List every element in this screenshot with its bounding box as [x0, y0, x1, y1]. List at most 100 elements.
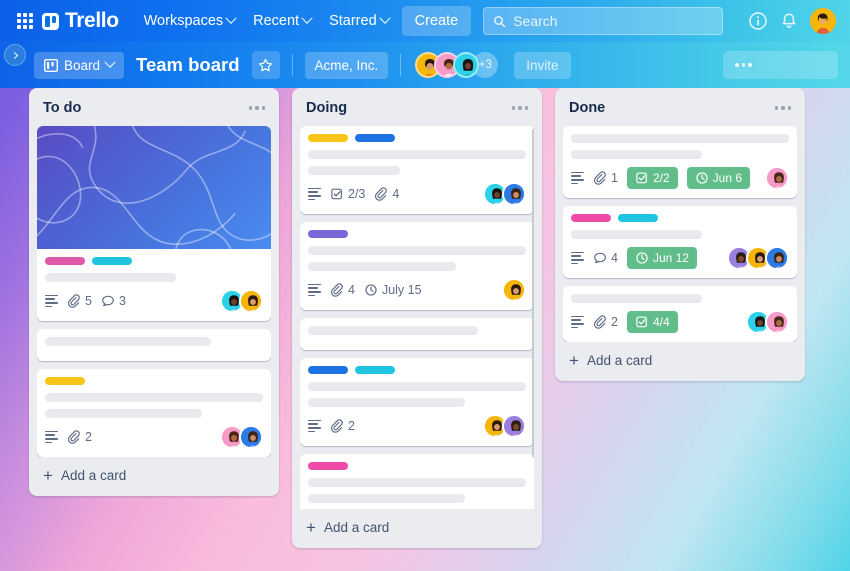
trello-board-app: Trello Workspaces Recent Starred Create …	[0, 0, 850, 571]
search-icon	[494, 15, 506, 27]
create-button[interactable]: Create	[401, 6, 472, 36]
board-card[interactable]: 2	[37, 369, 271, 457]
card-cover-image	[37, 126, 271, 249]
invite-button[interactable]: Invite	[514, 51, 571, 79]
board-list-doing: Doing2/344July 15244+Add a card	[292, 88, 542, 548]
card-badge-clock: July 15	[364, 283, 422, 297]
nav-label-recent: Recent	[253, 13, 300, 29]
chevron-right-icon	[10, 51, 18, 59]
card-footer: 1 2/2 Jun 6	[571, 166, 789, 190]
board-card[interactable]: 4 Jun 12	[563, 206, 797, 278]
description-icon	[308, 187, 321, 201]
list-header: Doing	[300, 96, 534, 126]
star-board-button[interactable]	[251, 51, 280, 79]
card-label[interactable]	[45, 377, 85, 385]
nav-label-workspaces: Workspaces	[143, 13, 224, 29]
card-badge-checklist: 4/4	[626, 311, 678, 333]
add-card-button[interactable]: + Add a card	[300, 509, 534, 544]
card-badge-description	[571, 251, 584, 265]
card-label[interactable]	[355, 134, 395, 142]
workspace-badge[interactable]: Acme, Inc.	[304, 51, 389, 79]
attachment-icon	[330, 419, 343, 433]
card-members	[483, 182, 526, 206]
card-title-placeholder	[308, 494, 465, 503]
list-menu-button[interactable]	[774, 106, 791, 110]
card-label[interactable]	[355, 366, 395, 374]
card-badge-checklist: 2/2	[626, 167, 678, 189]
chevron-down-icon	[301, 12, 313, 24]
member-avatar[interactable]	[502, 278, 526, 302]
search-input[interactable]: Search	[483, 7, 724, 35]
bell-icon[interactable]	[779, 11, 799, 31]
board-header-bar: Board Team board Acme, Inc. +3 Invite	[0, 42, 850, 88]
list-title[interactable]: Done	[569, 100, 605, 116]
card-label[interactable]	[308, 366, 348, 374]
nav-item-workspaces[interactable]: Workspaces	[135, 7, 245, 35]
card-label[interactable]	[571, 214, 611, 222]
member-avatar[interactable]	[239, 425, 263, 449]
list-scrollbar[interactable]	[532, 128, 534, 458]
board-card[interactable]: 44	[300, 454, 534, 509]
card-badge-attachment: 4	[374, 187, 399, 201]
member-avatar[interactable]	[765, 246, 789, 270]
card-badge-attachment: 4	[330, 283, 355, 297]
board-menu-button[interactable]	[723, 51, 838, 79]
card-label[interactable]	[308, 134, 348, 142]
card-title-placeholder	[308, 166, 400, 175]
list-menu-button[interactable]	[248, 106, 265, 110]
card-title-placeholder	[45, 393, 263, 402]
board-card[interactable]	[37, 329, 271, 361]
card-badge-description	[571, 171, 584, 185]
board-card[interactable]: 1 2/2 Jun 6	[563, 126, 797, 198]
card-badge-text: 2	[611, 315, 618, 329]
list-title[interactable]: Doing	[306, 100, 347, 116]
avatar-face	[504, 184, 524, 204]
trello-logo[interactable]: Trello	[42, 9, 119, 33]
card-label[interactable]	[308, 462, 348, 470]
card-label[interactable]	[92, 257, 132, 265]
avatar-face	[241, 427, 261, 447]
account-avatar[interactable]	[810, 8, 836, 34]
board-card[interactable]: 2	[300, 358, 534, 446]
card-label[interactable]	[618, 214, 658, 222]
card-members	[220, 425, 263, 449]
nav-item-recent[interactable]: Recent	[244, 7, 320, 35]
comment-icon	[102, 295, 114, 307]
card-labels	[308, 230, 526, 238]
member-avatar[interactable]	[502, 414, 526, 438]
board-card[interactable]	[300, 318, 534, 350]
card-badge-description	[45, 430, 58, 444]
nav-item-starred[interactable]: Starred	[320, 7, 398, 35]
list-menu-button[interactable]	[511, 106, 528, 110]
card-label[interactable]	[45, 257, 85, 265]
board-card[interactable]: 2 4/4	[563, 286, 797, 342]
attachment-icon	[593, 315, 606, 329]
info-circle-icon[interactable]	[748, 11, 768, 31]
card-badge-comment: 3	[101, 294, 126, 308]
add-card-button[interactable]: + Add a card	[37, 457, 271, 492]
member-avatar[interactable]	[239, 289, 263, 313]
member-avatar[interactable]	[765, 166, 789, 190]
board-card[interactable]: 53	[37, 126, 271, 321]
card-badge-text: 2	[348, 419, 355, 433]
member-avatar[interactable]	[765, 310, 789, 334]
clock-icon	[696, 172, 708, 184]
sidebar-toggle-button[interactable]	[4, 44, 26, 66]
card-members	[502, 278, 526, 302]
card-title-placeholder	[308, 398, 465, 407]
card-label[interactable]	[308, 230, 348, 238]
apps-grid-icon[interactable]	[14, 10, 36, 32]
board-card[interactable]: 2/3 4	[300, 126, 534, 214]
card-footer: 4 July 15	[308, 278, 526, 302]
card-badge-attachment: 1	[593, 171, 618, 185]
add-card-button[interactable]: + Add a card	[563, 342, 797, 377]
card-title-placeholder	[45, 337, 211, 346]
list-title[interactable]: To do	[43, 100, 81, 116]
member-avatar[interactable]	[502, 182, 526, 206]
card-title-placeholder	[571, 230, 702, 239]
abstract-pattern	[37, 126, 271, 249]
board-card[interactable]: 4 July 15	[300, 222, 534, 310]
board-view-switcher[interactable]: Board	[34, 51, 125, 79]
checklist-icon	[636, 172, 647, 184]
board-view-icon	[44, 58, 58, 72]
